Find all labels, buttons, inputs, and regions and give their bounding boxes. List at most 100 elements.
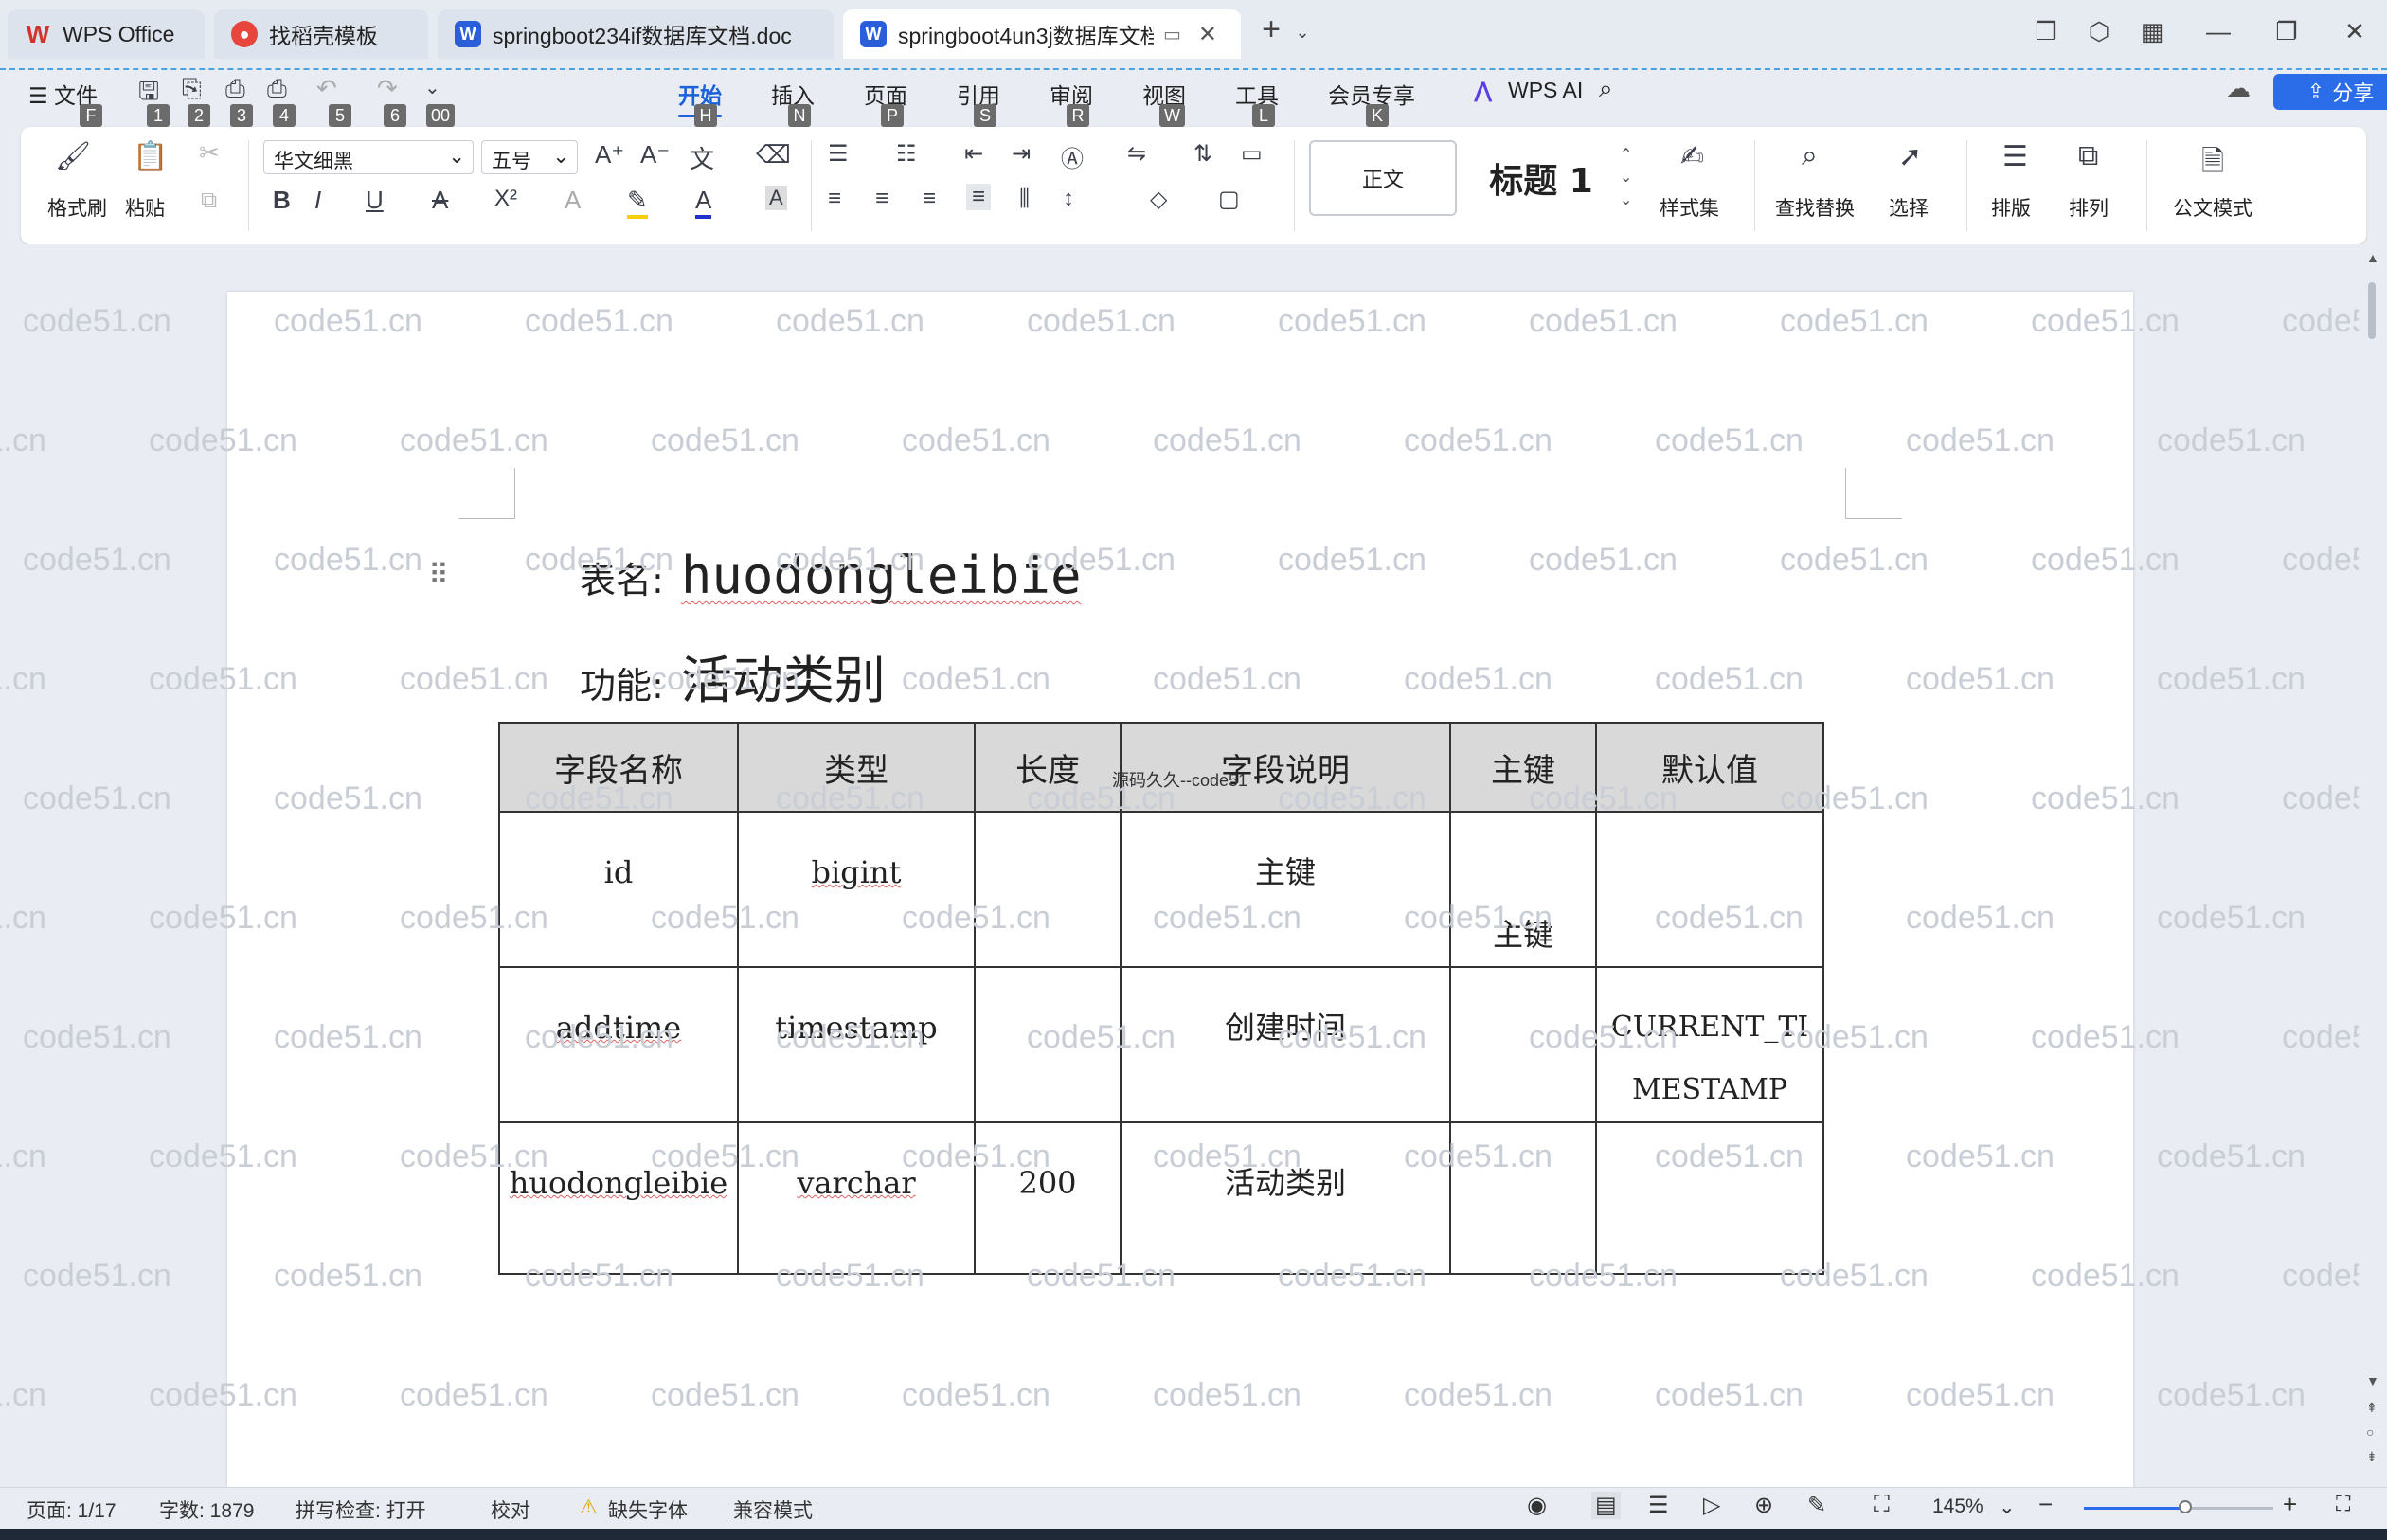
- eye-protection-icon[interactable]: ◉: [1527, 1492, 1547, 1519]
- line-spacing-icon[interactable]: ↕: [1063, 186, 1074, 212]
- copy-icon[interactable]: ⧉: [201, 188, 217, 214]
- layout-icon[interactable]: ☰: [2002, 140, 2028, 173]
- paste-label[interactable]: 粘贴: [125, 193, 165, 222]
- char-shading-icon[interactable]: A: [765, 186, 787, 210]
- zoom-out-icon[interactable]: −: [2038, 1490, 2053, 1519]
- zoom-level[interactable]: 145%: [1932, 1495, 1983, 1518]
- page-indicator[interactable]: 页面: 1/17: [27, 1495, 117, 1524]
- style-heading-1[interactable]: 标题 1: [1470, 140, 1612, 216]
- fit-page-icon[interactable]: ⛶: [1874, 1492, 1890, 1518]
- web-view-icon[interactable]: ⊕: [1754, 1492, 1773, 1519]
- zoom-slider[interactable]: [2084, 1500, 2273, 1513]
- arrange-label[interactable]: 排列: [2069, 193, 2109, 222]
- find-replace-label[interactable]: 查找替换: [1775, 193, 1855, 222]
- font-grow-icon[interactable]: A⁺: [595, 140, 624, 170]
- proofread[interactable]: 校对: [491, 1495, 530, 1524]
- phonetic-icon[interactable]: 文: [690, 140, 714, 175]
- chevron-down-icon[interactable]: ⌄: [1999, 1495, 2016, 1519]
- select-browse-icon[interactable]: ○: [2366, 1424, 2374, 1440]
- text-effect-icon[interactable]: A: [565, 186, 581, 215]
- minimize-icon[interactable]: —: [2199, 17, 2237, 46]
- scroll-up-icon[interactable]: ▲: [2366, 250, 2379, 265]
- style-normal[interactable]: 正文: [1309, 140, 1457, 216]
- show-marks-icon[interactable]: ▭: [1241, 140, 1263, 168]
- outline-view-icon[interactable]: ☰: [1648, 1492, 1669, 1519]
- tab-template[interactable]: ● 找稻壳模板: [214, 9, 428, 59]
- indent-icon[interactable]: ⇥: [1012, 140, 1031, 168]
- prev-page-icon[interactable]: ⇞: [2366, 1400, 2378, 1416]
- chevron-down-icon[interactable]: ⌄: [424, 76, 440, 99]
- next-page-icon[interactable]: ⇟: [2366, 1449, 2378, 1465]
- export-icon[interactable]: ⎘: [182, 74, 202, 104]
- font-color-icon[interactable]: A: [695, 186, 712, 219]
- tab-doc-234if[interactable]: W springboot234if数据库文档.doc: [438, 9, 834, 59]
- italic-icon[interactable]: I: [314, 186, 321, 215]
- zoom-in-icon[interactable]: +: [2283, 1490, 2297, 1519]
- tab-wps-office[interactable]: W WPS Office: [8, 9, 205, 59]
- bold-icon[interactable]: B: [273, 186, 291, 215]
- convert-icon[interactable]: ⇋: [1127, 140, 1146, 168]
- style-scroll-icon[interactable]: ⌃ ⌄ ⌄: [1620, 144, 1632, 212]
- align-left-icon[interactable]: ≡: [828, 186, 841, 212]
- text-direction-icon[interactable]: Ⓐ: [1061, 140, 1084, 173]
- vertical-scrollbar[interactable]: ▲ ▼ ⇞ ○ ⇟: [2359, 244, 2387, 1487]
- spell-check[interactable]: 拼写检查: 打开: [296, 1495, 426, 1524]
- chevron-down-icon[interactable]: ⌄: [1283, 23, 1321, 43]
- paste-icon[interactable]: 📋: [133, 140, 168, 173]
- style-set-label[interactable]: 样式集: [1660, 193, 1719, 222]
- avatar[interactable]: ▦: [2133, 17, 2171, 46]
- borders-icon[interactable]: ▢: [1218, 186, 1240, 213]
- print-icon[interactable]: ⎙: [225, 74, 245, 104]
- pen-icon[interactable]: ✎: [1807, 1492, 1826, 1519]
- distribute-icon[interactable]: ⫼: [1019, 186, 1030, 212]
- doc-mode-label[interactable]: 公文模式: [2173, 193, 2252, 222]
- official-doc-icon[interactable]: 🗎: [2201, 140, 2224, 188]
- select-label[interactable]: 选择: [1889, 193, 1929, 222]
- cube-icon[interactable]: ⬡: [2080, 17, 2118, 46]
- undo-icon[interactable]: ↶: [316, 74, 337, 103]
- maximize-icon[interactable]: ❐: [2268, 17, 2306, 46]
- outdent-icon[interactable]: ⇤: [964, 140, 983, 168]
- word-count[interactable]: 字数: 1879: [159, 1495, 254, 1524]
- style-set-icon[interactable]: ✍: [1680, 140, 1704, 173]
- font-name-select[interactable]: 华文细黑 ⌄: [263, 140, 474, 174]
- arrange-icon[interactable]: ⧉: [2078, 140, 2098, 172]
- font-size-select[interactable]: 五号 ⌄: [481, 140, 578, 174]
- underline-icon[interactable]: U: [366, 186, 384, 215]
- compat-mode[interactable]: 兼容模式: [733, 1495, 813, 1524]
- cut-icon[interactable]: ✂: [199, 138, 220, 168]
- bullet-list-icon[interactable]: ☰: [828, 140, 849, 168]
- clear-format-icon[interactable]: ⌫: [756, 140, 791, 170]
- missing-font[interactable]: 缺失字体: [608, 1495, 688, 1524]
- close-tab-icon[interactable]: ✕: [1198, 21, 1217, 48]
- play-icon[interactable]: ▷: [1703, 1492, 1720, 1519]
- redo-icon[interactable]: ↷: [377, 74, 398, 103]
- fill-icon[interactable]: ◇: [1150, 186, 1167, 213]
- justify-icon[interactable]: ≡: [966, 184, 992, 210]
- search-icon[interactable]: ⌕: [1599, 74, 1613, 104]
- zoom-slider-handle[interactable]: [2179, 1500, 2192, 1513]
- scroll-down-icon[interactable]: ▼: [2366, 1373, 2379, 1388]
- print-preview-icon[interactable]: ⎙: [267, 74, 287, 104]
- format-painter-label[interactable]: 格式刷: [47, 193, 107, 222]
- superscript-icon[interactable]: X²: [494, 186, 517, 212]
- sort-icon[interactable]: ⇅: [1194, 140, 1212, 168]
- document-area[interactable]: ⠿ 表名: huodongleibie 功能: 活动类别 字段名称 类型 长度 …: [0, 244, 2359, 1487]
- numbered-list-icon[interactable]: ☷: [896, 140, 917, 168]
- share-button[interactable]: ⇪ 分享: [2273, 74, 2387, 110]
- cloud-upload-icon[interactable]: ☁: [2226, 74, 2251, 103]
- align-right-icon[interactable]: ≡: [923, 186, 936, 212]
- tab-doc-4un3j[interactable]: W springboot4un3j数据库文档 ▭ ✕: [843, 9, 1241, 59]
- menu-wps-ai[interactable]: WPS AI: [1508, 78, 1583, 103]
- restore-layout-icon[interactable]: ❐: [2027, 17, 2065, 46]
- highlight-icon[interactable]: ✎: [627, 186, 648, 219]
- page-view-icon[interactable]: ▤: [1591, 1492, 1621, 1519]
- align-center-icon[interactable]: ≡: [875, 186, 888, 212]
- select-cursor-icon[interactable]: ➚: [1898, 140, 1922, 173]
- font-shrink-icon[interactable]: A⁻: [640, 140, 670, 170]
- scroll-thumb[interactable]: [2368, 282, 2376, 339]
- layout-label[interactable]: 排版: [1991, 193, 2031, 222]
- format-painter-icon[interactable]: 🖌: [55, 140, 91, 173]
- fullscreen-icon[interactable]: ⛶: [2336, 1492, 2350, 1516]
- find-icon[interactable]: ⌕: [1802, 140, 1818, 172]
